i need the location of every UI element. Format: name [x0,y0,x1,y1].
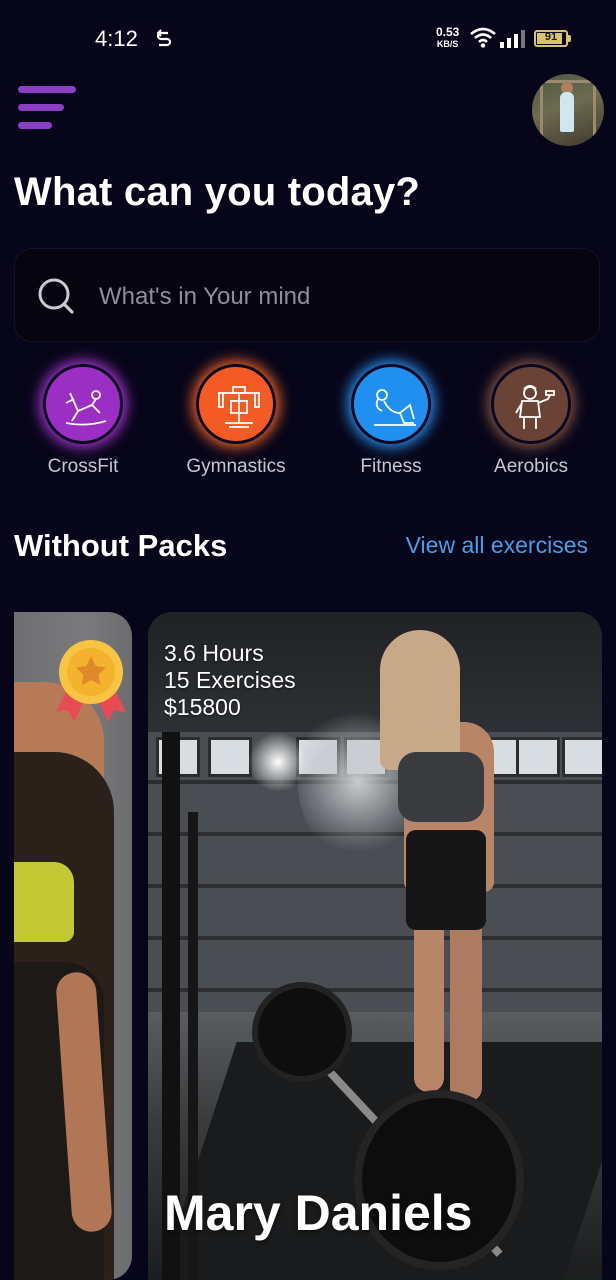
card-photo-shorts [406,830,486,930]
card-photo-hair [380,630,460,770]
network-speed-unit: KB/S [436,39,459,49]
category-label: Fitness [360,456,422,477]
card-photo-leg [414,912,444,1092]
aerobics-icon[interactable] [491,364,571,444]
card-exercises: 15 Exercises [164,667,296,693]
search-input[interactable] [97,271,581,323]
search-icon[interactable] [37,277,75,320]
sync-s-icon [156,28,172,55]
category-gymnastics[interactable]: Gymnastics [161,364,311,478]
category-label: Aerobics [494,456,568,477]
card-photo-window [516,737,560,777]
avatar-person [560,92,574,132]
battery-tip [568,35,571,42]
battery-percent: 91 [544,31,558,43]
category-fitness[interactable]: Fitness [316,364,466,478]
card-photo-top [398,752,484,822]
page-title: What can you today? [14,170,421,214]
medal-icon [54,636,128,726]
search-bar[interactable] [14,248,600,342]
exercise-card[interactable]: 3.6 Hours 15 Exercises $15800 Mary Danie… [148,612,602,1280]
category-crossfit[interactable]: CrossFit [8,364,158,478]
card-photo-plate [252,982,352,1082]
card-info: 3.6 Hours 15 Exercises $15800 [164,640,296,721]
category-label: CrossFit [47,456,119,477]
card-photo-top [14,862,74,942]
network-speed: 0.53 KB/S [436,26,459,50]
card-hours: 3.6 Hours [164,640,264,666]
signal-icon [500,30,526,53]
section-title: Without Packs [14,528,228,563]
hamburger-menu-icon[interactable] [18,86,78,132]
view-all-exercises-link[interactable]: View all exercises [406,532,588,559]
card-photo-plate [354,1090,524,1270]
card-trainer-name: Mary Daniels [164,1185,473,1241]
network-speed-value: 0.53 [436,25,460,39]
category-aerobics[interactable]: Aerobics [456,364,606,478]
card-photo-leg [450,912,482,1102]
card-photo-window [562,737,602,777]
situp-icon[interactable] [351,364,431,444]
card-price: $15800 [164,694,241,720]
crossfit-icon[interactable] [43,364,123,444]
avatar[interactable] [532,74,604,146]
status-bar: 4:12 0.53 KB/S 91 [0,0,616,80]
gym-machine-icon[interactable] [196,364,276,444]
card-photo-window [208,737,252,777]
category-label: Gymnastics [186,456,286,477]
status-time: 4:12 [95,26,138,51]
battery-icon: 91 [534,30,568,47]
wifi-icon [470,26,496,53]
